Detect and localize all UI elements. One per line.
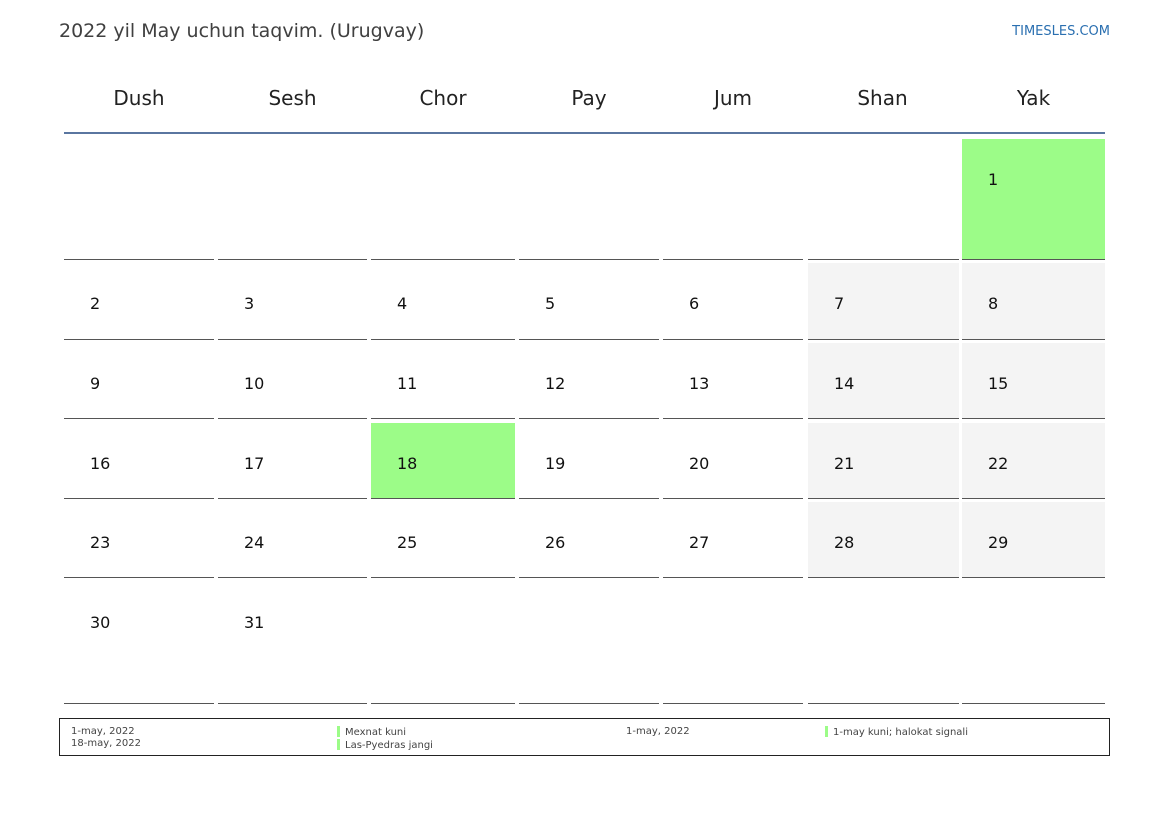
legend-date: 1-may, 2022 bbox=[71, 726, 135, 737]
day-number: 6 bbox=[689, 294, 700, 313]
holiday-color-marker bbox=[337, 739, 340, 750]
day-cell-monday[interactable]: 9 bbox=[64, 343, 214, 419]
day-number: 1 bbox=[988, 170, 999, 189]
weekday-thursday: Pay bbox=[571, 86, 607, 110]
empty-day-cell bbox=[64, 139, 214, 260]
day-number: 10 bbox=[244, 374, 265, 393]
empty-day-cell bbox=[371, 582, 515, 704]
legend-date: 18-may, 2022 bbox=[71, 738, 141, 749]
day-cell-tuesday[interactable]: 24 bbox=[218, 502, 367, 578]
day-cell-monday[interactable]: 16 bbox=[64, 423, 214, 499]
empty-day-cell bbox=[808, 582, 959, 704]
weekday-header: Dush Sesh Chor Pay Jum Shan Yak bbox=[64, 80, 1105, 134]
day-cell-monday[interactable]: 23 bbox=[64, 502, 214, 578]
day-number: 31 bbox=[244, 613, 265, 632]
day-number: 5 bbox=[545, 294, 556, 313]
empty-day-cell bbox=[218, 139, 367, 260]
day-number: 14 bbox=[834, 374, 855, 393]
day-cell-thursday[interactable]: 5 bbox=[519, 263, 659, 340]
day-cell-friday[interactable]: 20 bbox=[663, 423, 803, 499]
legend-holiday-name: 1-may kuni; halokat signali bbox=[833, 727, 968, 738]
legend-left-dates: 1-may, 2022 18-may, 2022 bbox=[71, 726, 141, 750]
legend-holiday-name: Mexnat kuni bbox=[345, 727, 407, 738]
day-cell-friday[interactable]: 27 bbox=[663, 502, 803, 578]
legend-left-names: Mexnat kuni Las-Pyedras jangi bbox=[337, 726, 433, 752]
day-cell-tuesday[interactable]: 17 bbox=[218, 423, 367, 499]
day-number: 19 bbox=[545, 454, 566, 473]
day-cell-friday[interactable]: 6 bbox=[663, 263, 803, 340]
day-number: 23 bbox=[90, 533, 111, 552]
day-number: 4 bbox=[397, 294, 408, 313]
day-number: 17 bbox=[244, 454, 265, 473]
day-number: 22 bbox=[988, 454, 1009, 473]
day-number: 8 bbox=[988, 294, 999, 313]
weekday-friday: Jum bbox=[713, 86, 753, 110]
day-number: 16 bbox=[90, 454, 111, 473]
empty-day-cell bbox=[371, 139, 515, 260]
day-number: 11 bbox=[397, 374, 418, 393]
holiday-legend: 1-may, 2022 18-may, 2022 Mexnat kuni Las… bbox=[59, 718, 1110, 756]
day-number: 7 bbox=[834, 294, 845, 313]
day-number: 18 bbox=[397, 454, 418, 473]
day-number: 15 bbox=[988, 374, 1009, 393]
legend-right-names: 1-may kuni; halokat signali bbox=[825, 726, 968, 739]
day-cell-sunday[interactable]: 1 bbox=[962, 139, 1105, 260]
day-cell-wednesday[interactable]: 11 bbox=[371, 343, 515, 419]
day-number: 25 bbox=[397, 533, 418, 552]
day-cell-wednesday[interactable]: 18 bbox=[371, 423, 515, 499]
day-cell-sunday[interactable]: 15 bbox=[962, 343, 1105, 419]
weekday-tuesday: Sesh bbox=[268, 86, 317, 110]
day-cell-thursday[interactable]: 19 bbox=[519, 423, 659, 499]
day-cell-tuesday[interactable]: 10 bbox=[218, 343, 367, 419]
day-cell-saturday[interactable]: 14 bbox=[808, 343, 959, 419]
empty-day-cell bbox=[663, 139, 803, 260]
day-cell-monday[interactable]: 30 bbox=[64, 582, 214, 704]
empty-day-cell bbox=[808, 139, 959, 260]
day-cell-saturday[interactable]: 7 bbox=[808, 263, 959, 340]
empty-day-cell bbox=[962, 582, 1105, 704]
empty-day-cell bbox=[519, 139, 659, 260]
legend-date: 1-may, 2022 bbox=[626, 726, 690, 737]
day-number: 30 bbox=[90, 613, 111, 632]
weekday-monday: Dush bbox=[113, 86, 165, 110]
day-number: 26 bbox=[545, 533, 566, 552]
day-cell-wednesday[interactable]: 4 bbox=[371, 263, 515, 340]
day-cell-saturday[interactable]: 28 bbox=[808, 502, 959, 578]
day-cell-sunday[interactable]: 29 bbox=[962, 502, 1105, 578]
day-number: 20 bbox=[689, 454, 710, 473]
day-number: 27 bbox=[689, 533, 710, 552]
day-number: 28 bbox=[834, 533, 855, 552]
legend-right-dates: 1-may, 2022 bbox=[626, 726, 690, 738]
day-number: 21 bbox=[834, 454, 855, 473]
day-cell-tuesday[interactable]: 3 bbox=[218, 263, 367, 340]
day-cell-tuesday[interactable]: 31 bbox=[218, 582, 367, 704]
day-number: 3 bbox=[244, 294, 255, 313]
day-number: 2 bbox=[90, 294, 101, 313]
day-cell-monday[interactable]: 2 bbox=[64, 263, 214, 340]
day-cell-sunday[interactable]: 8 bbox=[962, 263, 1105, 340]
day-number: 24 bbox=[244, 533, 265, 552]
day-number: 9 bbox=[90, 374, 101, 393]
weekday-wednesday: Chor bbox=[419, 86, 467, 110]
holiday-color-marker bbox=[825, 726, 828, 737]
day-cell-thursday[interactable]: 12 bbox=[519, 343, 659, 419]
day-cell-sunday[interactable]: 22 bbox=[962, 423, 1105, 499]
day-cell-friday[interactable]: 13 bbox=[663, 343, 803, 419]
day-number: 13 bbox=[689, 374, 710, 393]
legend-holiday-name: Las-Pyedras jangi bbox=[345, 740, 433, 751]
day-cell-saturday[interactable]: 21 bbox=[808, 423, 959, 499]
day-number: 12 bbox=[545, 374, 566, 393]
weekday-sunday: Yak bbox=[1016, 86, 1051, 110]
empty-day-cell bbox=[663, 582, 803, 704]
page-title: 2022 yil May uchun taqvim. (Urugvay) bbox=[59, 20, 425, 42]
day-number: 29 bbox=[988, 533, 1009, 552]
day-cell-wednesday[interactable]: 25 bbox=[371, 502, 515, 578]
holiday-color-marker bbox=[337, 726, 340, 737]
site-link[interactable]: TIMESLES.COM bbox=[1012, 24, 1110, 39]
empty-day-cell bbox=[519, 582, 659, 704]
weekday-saturday: Shan bbox=[857, 86, 908, 110]
day-cell-thursday[interactable]: 26 bbox=[519, 502, 659, 578]
